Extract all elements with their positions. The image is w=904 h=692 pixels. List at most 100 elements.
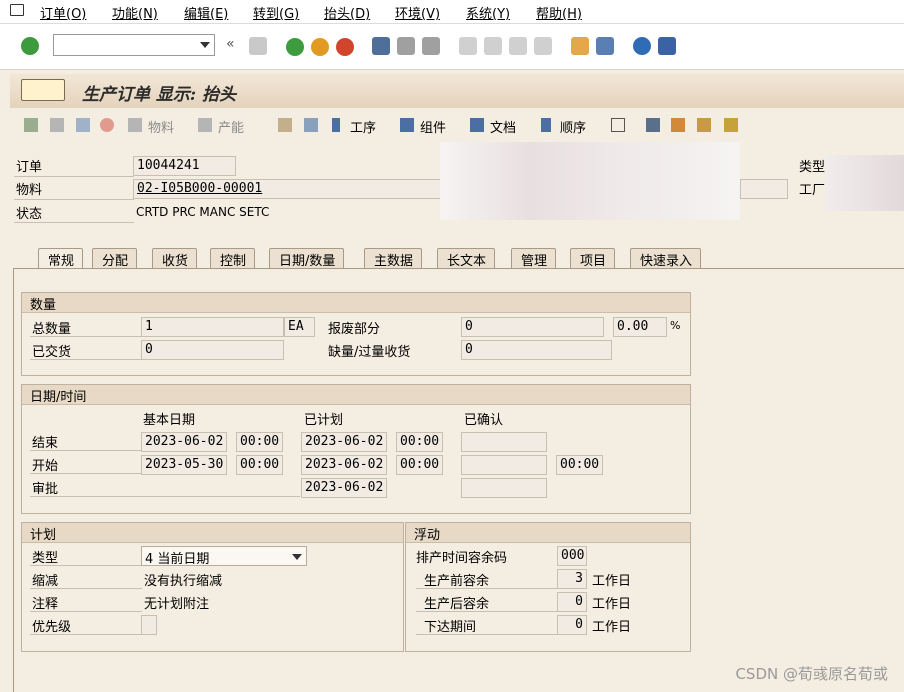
sap-menu-button[interactable]: [21, 79, 65, 101]
priority-field[interactable]: [141, 615, 157, 635]
components-icon[interactable]: [400, 118, 414, 132]
calculator-icon[interactable]: [76, 118, 90, 132]
float-before-field[interactable]: 3: [557, 569, 587, 589]
enter-check-icon[interactable]: [21, 37, 39, 55]
table-icon[interactable]: [646, 118, 660, 132]
start-basic-date-field[interactable]: 2023-05-30: [141, 455, 227, 475]
capacity-icon[interactable]: [198, 118, 212, 132]
label-underline: [30, 634, 142, 635]
capacity-button[interactable]: 产能: [218, 117, 244, 136]
menu-help[interactable]: 帮助(H): [536, 3, 582, 22]
material-field[interactable]: 02-I05B000-00001: [133, 179, 451, 199]
tab-dates-quantities[interactable]: 日期/数量: [269, 248, 345, 269]
cube-icon[interactable]: [611, 118, 625, 132]
scrap-portion-field[interactable]: 0: [461, 317, 604, 337]
material-description-field[interactable]: [740, 179, 788, 199]
start-scheduled-date-field[interactable]: 2023-06-02: [301, 455, 387, 475]
order-field[interactable]: 10044241: [133, 156, 236, 176]
total-quantity-field[interactable]: 1: [141, 317, 284, 337]
tab-general[interactable]: 常规: [38, 248, 84, 269]
label-underline: [30, 565, 142, 566]
layout-menu-icon[interactable]: [658, 37, 676, 55]
label-underline: [30, 450, 142, 451]
exit-icon[interactable]: [311, 38, 329, 56]
previous-page-icon[interactable]: [484, 37, 502, 55]
print-icon[interactable]: [372, 37, 390, 55]
operations-icon[interactable]: [332, 118, 340, 132]
menu-system[interactable]: 系统(Y): [466, 3, 510, 22]
tab-fast-entry[interactable]: 快速录入: [630, 248, 702, 269]
find-next-icon[interactable]: [422, 37, 440, 55]
end-basic-date-field[interactable]: 2023-06-02: [141, 432, 227, 452]
short-over-receipt-field[interactable]: 0: [461, 340, 612, 360]
tab-long-text[interactable]: 长文本: [437, 248, 496, 269]
tab-project[interactable]: 项目: [570, 248, 616, 269]
grid-icon[interactable]: [724, 118, 738, 132]
structure-icon[interactable]: [671, 118, 685, 132]
first-page-icon[interactable]: [459, 37, 477, 55]
shortcut-icon[interactable]: [596, 37, 614, 55]
material-icon[interactable]: [128, 118, 142, 132]
back-icon[interactable]: [286, 38, 304, 56]
stack-icon[interactable]: [304, 118, 318, 132]
sm-key-field[interactable]: 000: [557, 546, 587, 566]
cancel-icon[interactable]: [336, 38, 354, 56]
tab-assignment[interactable]: 分配: [92, 248, 138, 269]
release-confirmed-date-field[interactable]: [461, 478, 547, 498]
tab-master-data[interactable]: 主数据: [364, 248, 423, 269]
menu-goto[interactable]: 转到(G): [253, 3, 299, 22]
label-underline: [30, 336, 142, 337]
network-icon[interactable]: [697, 118, 711, 132]
collapse-icon[interactable]: «: [226, 36, 235, 52]
sequence-button[interactable]: 顺序: [560, 117, 586, 136]
planning-type-select[interactable]: 4 当前日期: [141, 546, 307, 566]
label-underline: [416, 634, 558, 635]
end-scheduled-date-field[interactable]: 2023-06-02: [301, 432, 387, 452]
sequence-icon[interactable]: [541, 118, 551, 132]
menu-environment[interactable]: 环境(V): [395, 3, 440, 22]
command-field[interactable]: [53, 34, 215, 56]
end-confirmed-date-field[interactable]: [461, 432, 547, 452]
menu-order[interactable]: 订单(O): [40, 3, 86, 22]
scrap-percent-field[interactable]: 0.00: [613, 317, 667, 337]
chevron-down-icon[interactable]: [200, 42, 210, 48]
menu-edit[interactable]: 编辑(E): [184, 3, 228, 22]
start-scheduled-time-field[interactable]: 00:00: [396, 455, 443, 475]
check-doc-icon[interactable]: [50, 118, 64, 132]
start-confirmed-date-field[interactable]: [461, 455, 547, 475]
tab-administration[interactable]: 管理: [511, 248, 557, 269]
release-period-field[interactable]: 0: [557, 615, 587, 635]
status-value: CRTD PRC MANC SETC: [136, 205, 270, 219]
tab-control[interactable]: 控制: [210, 248, 256, 269]
next-page-icon[interactable]: [509, 37, 527, 55]
end-basic-time-field[interactable]: 00:00: [236, 432, 283, 452]
operations-button[interactable]: 工序: [350, 117, 376, 136]
chevron-down-icon[interactable]: [292, 554, 302, 560]
float-after-unit: 工作日: [592, 597, 632, 612]
end-scheduled-time-field[interactable]: 00:00: [396, 432, 443, 452]
menu-function[interactable]: 功能(N): [112, 3, 158, 22]
tab-goods-receipt[interactable]: 收货: [152, 248, 198, 269]
help-icon[interactable]: [633, 37, 651, 55]
last-page-icon[interactable]: [534, 37, 552, 55]
release-scheduled-date-field[interactable]: 2023-06-02: [301, 478, 387, 498]
float-after-field[interactable]: 0: [557, 592, 587, 612]
flag-icon[interactable]: [24, 118, 38, 132]
save-icon[interactable]: [249, 37, 267, 55]
start-confirmed-time-field[interactable]: 00:00: [556, 455, 603, 475]
app-menu-icon[interactable]: [10, 4, 24, 16]
menu-header[interactable]: 抬头(D): [324, 3, 370, 22]
material-label: 物料: [16, 183, 43, 198]
lifesaver-icon[interactable]: [100, 118, 114, 132]
material-button[interactable]: 物料: [148, 117, 174, 136]
release-period-label: 下达期间: [424, 620, 477, 635]
start-basic-time-field[interactable]: 00:00: [236, 455, 283, 475]
delivered-field[interactable]: 0: [141, 340, 284, 360]
find-icon[interactable]: [397, 37, 415, 55]
documents-button[interactable]: 文档: [490, 117, 516, 136]
unit-field[interactable]: EA: [284, 317, 315, 337]
components-button[interactable]: 组件: [420, 117, 446, 136]
documents-icon[interactable]: [470, 118, 484, 132]
hierarchy-icon[interactable]: [278, 118, 292, 132]
new-session-icon[interactable]: [571, 37, 589, 55]
